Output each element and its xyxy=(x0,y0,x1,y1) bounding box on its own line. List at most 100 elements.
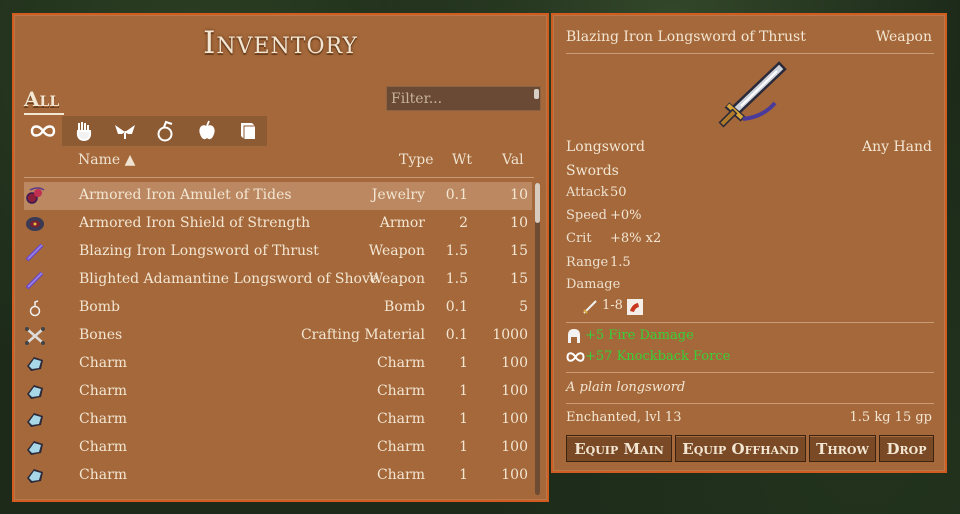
item-weight: 1.5 xyxy=(445,243,468,259)
table-row[interactable]: Charm Charm 1 100 xyxy=(24,406,532,434)
item-weight: 0.1 xyxy=(445,187,468,203)
header-value[interactable]: Val xyxy=(502,152,524,168)
category-wings-icon[interactable] xyxy=(106,116,144,146)
enchant-level: Enchanted, lvl 13 xyxy=(566,410,682,425)
item-value: 100 xyxy=(501,355,528,371)
equip-offhand-button[interactable]: Equip Offhand xyxy=(675,435,806,462)
item-value: 10 xyxy=(510,215,528,231)
item-list-scrollbar[interactable] xyxy=(535,183,540,495)
detail-subtype: Longsword xyxy=(566,139,645,155)
detail-divider xyxy=(566,322,934,323)
category-hand-icon[interactable] xyxy=(65,116,103,146)
item-details-panel: Blazing Iron Longsword of Thrust Weapon … xyxy=(551,13,947,473)
item-weight: 1 xyxy=(459,383,468,399)
table-row[interactable]: Charm Charm 1 100 xyxy=(24,350,532,378)
item-type: Charm xyxy=(376,383,425,399)
item-value: 100 xyxy=(501,383,528,399)
helmet-icon xyxy=(568,329,580,343)
detail-hand: Any Hand xyxy=(861,139,932,155)
item-name: Bones xyxy=(79,327,123,343)
item-type: Weapon xyxy=(368,271,425,287)
range-value: 1.5 xyxy=(610,255,631,270)
table-row[interactable]: Bones Crafting Material 0.1 1000 xyxy=(24,322,532,350)
detail-divider xyxy=(566,372,934,373)
charm-icon xyxy=(27,469,43,483)
header-divider xyxy=(24,177,534,178)
drop-button[interactable]: Drop xyxy=(879,435,934,462)
detail-item-name: Blazing Iron Longsword of Thrust xyxy=(566,29,806,45)
damage-value: 1-8 xyxy=(602,298,623,313)
fire-damage-icon xyxy=(627,299,643,315)
longsword-icon xyxy=(718,61,787,128)
item-value: 15 xyxy=(510,243,528,259)
item-value: 10 xyxy=(510,187,528,203)
table-row[interactable]: Charm Charm 1 100 xyxy=(24,378,532,406)
header-type[interactable]: Type xyxy=(399,152,434,168)
item-value: 5 xyxy=(519,299,528,315)
sword-icon xyxy=(25,243,44,262)
bonus-knockback: +57 Knockback Force xyxy=(585,349,731,364)
item-type: Bomb xyxy=(384,299,425,315)
tab-all[interactable]: All xyxy=(24,87,59,111)
shield-icon xyxy=(26,217,44,231)
equip-main-button[interactable]: Equip Main xyxy=(566,435,672,462)
table-row[interactable]: Bomb Bomb 0.1 5 xyxy=(24,294,532,322)
item-name: Charm xyxy=(79,355,128,371)
detail-divider xyxy=(566,53,934,54)
item-name: Armored Iron Amulet of Tides xyxy=(79,187,292,203)
filter-input[interactable]: Filter... xyxy=(386,86,541,111)
category-all-infinity-icon[interactable] xyxy=(24,116,62,146)
item-type: Charm xyxy=(376,439,425,455)
item-value: 100 xyxy=(501,439,528,455)
item-type: Charm xyxy=(376,355,425,371)
item-name: Blighted Adamantine Longsword of Shove xyxy=(79,271,379,287)
table-row[interactable]: Armored Iron Shield of Strength Armor 2 … xyxy=(24,210,532,238)
table-row[interactable]: Charm Charm 1 100 xyxy=(24,434,532,462)
item-weight: 2 xyxy=(459,215,468,231)
category-apple-icon[interactable] xyxy=(188,116,226,146)
bomb-icon xyxy=(29,300,41,317)
item-name: Blazing Iron Longsword of Thrust xyxy=(79,243,319,259)
item-type: Charm xyxy=(376,467,425,483)
item-name: Charm xyxy=(79,383,128,399)
item-name: Charm xyxy=(79,411,128,427)
scrollbar-thumb[interactable] xyxy=(535,183,540,223)
item-weight: 0.1 xyxy=(445,299,468,315)
detail-skill: Swords xyxy=(566,163,619,179)
header-weight[interactable]: Wt xyxy=(452,152,472,168)
charm-icon xyxy=(27,441,43,455)
speed-value: +0% xyxy=(610,208,642,223)
item-value: 15 xyxy=(510,271,528,287)
table-row[interactable]: Blazing Iron Longsword of Thrust Weapon … xyxy=(24,238,532,266)
item-weight: 1 xyxy=(459,467,468,483)
inventory-panel: Inventory All Filter... Name ▲ Type Wt V… xyxy=(12,13,549,502)
item-weight: 1 xyxy=(459,355,468,371)
item-list: Armored Iron Amulet of Tides Jewelry 0.1… xyxy=(24,182,532,490)
sword-icon xyxy=(25,271,44,290)
item-weight: 0.1 xyxy=(445,327,468,343)
header-name[interactable]: Name ▲ xyxy=(78,152,135,168)
item-weight: 1 xyxy=(459,439,468,455)
table-row[interactable]: Armored Iron Amulet of Tides Jewelry 0.1… xyxy=(24,182,532,210)
item-value: 100 xyxy=(501,411,528,427)
amulet-icon xyxy=(26,187,45,204)
category-potion-icon[interactable] xyxy=(147,116,185,146)
bonus-fire-damage: +5 Fire Damage xyxy=(585,328,694,343)
attack-label: Attack xyxy=(566,185,609,200)
detail-divider xyxy=(566,403,934,404)
item-type: Armor xyxy=(379,215,425,231)
attack-value: 50 xyxy=(610,185,627,200)
tab-underline xyxy=(24,113,64,115)
crit-value: +8% x2 xyxy=(610,231,662,246)
charm-icon xyxy=(27,413,43,427)
item-value: 1000 xyxy=(492,327,528,343)
category-book-icon[interactable] xyxy=(229,116,267,146)
weight-value: 1.5 kg 15 gp xyxy=(849,410,932,425)
throw-button[interactable]: Throw xyxy=(809,435,876,462)
charm-icon xyxy=(27,385,43,399)
item-weight: 1 xyxy=(459,411,468,427)
detail-item-category: Weapon xyxy=(875,29,932,45)
crit-label: Crit xyxy=(566,231,592,246)
table-row[interactable]: Blighted Adamantine Longsword of Shove W… xyxy=(24,266,532,294)
table-row[interactable]: Charm Charm 1 100 xyxy=(24,462,532,490)
